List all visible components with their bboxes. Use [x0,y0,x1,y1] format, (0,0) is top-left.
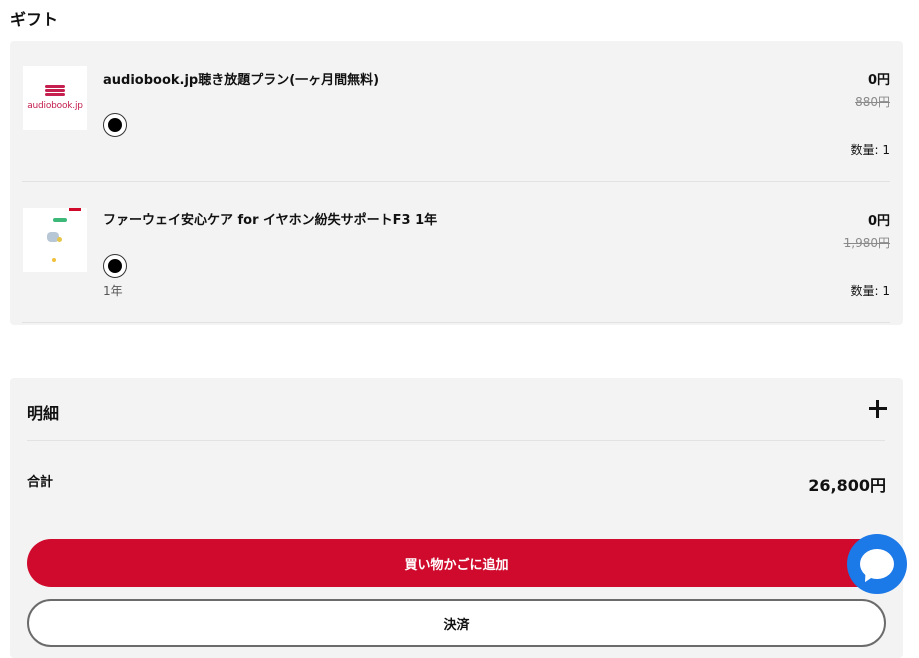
chat-button[interactable] [847,534,907,594]
gift-item-original-price: 880円 [855,95,890,109]
order-summary-panel: 明細 合計 26,800円 買い物かごに追加 決済 [10,378,903,658]
chat-icon [860,549,894,579]
sparkle-icon [52,258,56,262]
gift-item-name: ファーウェイ安心ケア for イヤホン紛失サポートF3 1年 [103,213,438,228]
details-toggle-label[interactable]: 明細 [27,400,59,424]
gift-item-original-price: 1,980円 [843,236,890,250]
total-value: 26,800円 [808,476,886,495]
gift-item-price: 0円 [867,73,890,88]
audiobook-logo-icon [45,85,65,99]
gift-item-quantity: 数量: 1 [850,284,891,298]
checkout-button[interactable]: 決済 [27,599,886,647]
gift-panel: audiobook.jp audiobook.jp聴き放題プラン(一ヶ月間無料)… [10,41,903,325]
gift-item-price: 0円 [867,214,890,229]
radio-selected-icon [108,118,122,132]
audiobook-thumbnail: audiobook.jp [23,66,87,130]
gift-item-radio[interactable] [103,113,127,137]
total-label: 合計 [27,475,54,490]
earbud-icon [57,237,62,242]
add-to-cart-button[interactable]: 買い物かごに追加 [27,539,886,587]
gift-item-quantity: 数量: 1 [850,143,891,157]
radio-selected-icon [108,259,122,273]
gift-item-variant: 1年 [103,284,123,298]
gift-item-radio[interactable] [103,254,127,278]
gift-item: ファーウェイ安心ケア for イヤホン紛失サポートF3 1年 1年 0円 1,9… [22,182,890,323]
plus-icon[interactable] [869,400,887,418]
badge-icon [53,218,67,222]
audiobook-logo-text: audiobook.jp [27,101,83,111]
gift-section-title: ギフト [10,10,59,29]
brand-mark-icon [69,208,81,211]
gift-item-name: audiobook.jp聴き放題プラン(一ヶ月間無料) [103,73,380,88]
gift-item: audiobook.jp audiobook.jp聴き放題プラン(一ヶ月間無料)… [22,41,890,182]
divider [27,440,885,441]
care-plan-thumbnail [23,208,87,272]
